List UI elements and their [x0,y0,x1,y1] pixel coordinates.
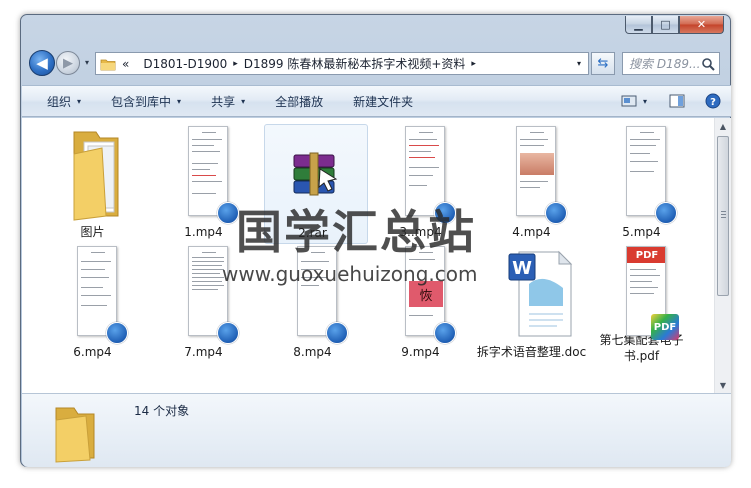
word-letter: W [512,258,532,279]
file-item-folder[interactable]: 图片 [44,124,148,244]
breadcrumb-overflow[interactable]: « [122,57,129,71]
chevron-down-icon[interactable]: ▾ [643,97,647,106]
item-count: 14 个对象 [134,404,190,418]
back-button[interactable]: ◀ [29,50,55,76]
media-player-icon [326,322,348,344]
window-controls: ▁ □ ✕ [625,16,724,34]
file-name: 第七集配套电子书.pdf [599,333,684,363]
search-input[interactable]: 搜索 D189... [622,52,720,75]
file-name: 图片 [80,225,105,239]
pdf-header: PDF [627,247,665,263]
organize-label: 组织 [47,94,72,109]
file-item-doc[interactable]: W 拆字术语音整理.doc [477,244,587,364]
media-player-icon [217,322,239,344]
breadcrumb-separator[interactable]: ▸ [471,59,476,69]
chevron-down-icon: ▾ [241,96,246,106]
include-in-library-menu[interactable]: 包含到库中 ▾ [111,86,181,116]
breadcrumb-item[interactable]: D1899 陈春林最新秘本拆字术视频+资料 [244,55,466,72]
address-dropdown-button[interactable]: ▾ [570,53,588,74]
folder-icon [44,124,148,224]
include-in-library-label: 包含到库中 [111,94,172,109]
play-all-label: 全部播放 [275,94,324,109]
organize-menu[interactable]: 组织 ▾ [47,86,81,116]
folder-icon [100,59,116,70]
file-item-pdf[interactable]: PDF PDF 第七集配套电子书.pdf [593,244,697,364]
forward-button[interactable]: ▶ [56,51,80,75]
file-name: 4.mp4 [512,225,551,239]
title-bar: ▁ □ ✕ [21,15,730,43]
command-bar: 组织 ▾ 包含到库中 ▾ 共享 ▾ 全部播放 新建文件夹 ▾ ? [22,85,731,117]
chevron-down-icon: ▾ [177,96,182,106]
view-options-icon[interactable] [621,93,637,109]
refresh-button[interactable]: ⇆ [591,52,615,75]
breadcrumb-item[interactable]: D1801-D1900 [143,57,227,71]
search-icon[interactable] [701,57,715,71]
scroll-up-arrow[interactable]: ▲ [715,118,731,134]
scroll-down-arrow[interactable]: ▼ [715,377,731,393]
watermark-url: www.guoxuehuizong.com [222,262,478,286]
details-pane: 14 个对象 [22,393,731,467]
recent-pages-dropdown[interactable]: ▾ [85,58,89,67]
word-document-icon: W [483,244,587,344]
minimize-button[interactable]: ▁ [625,16,652,34]
vertical-scrollbar[interactable]: ▲ ▼ [714,118,731,393]
file-name: 6.mp4 [73,345,112,359]
navigation-bar: ◀ ▶ ▾ « D1801-D1900 ▸ D1899 陈春林最新秘本拆字术视频… [29,50,720,78]
media-player-icon [434,322,456,344]
file-item-video[interactable]: 5.mp4 [593,124,697,244]
video-thumbnail [593,124,697,224]
media-player-icon [545,202,567,224]
file-item-video[interactable]: 4.mp4 [483,124,587,244]
grip-icon [721,211,726,220]
video-thumbnail [44,244,148,344]
play-all-button[interactable]: 全部播放 [275,86,323,116]
close-button[interactable]: ✕ [679,16,724,34]
new-folder-button[interactable]: 新建文件夹 [353,86,413,116]
preview-pane-icon[interactable] [669,93,685,109]
media-player-icon [106,322,128,344]
scrollbar-thumb[interactable] [717,136,729,296]
help-icon[interactable]: ? [705,93,721,109]
file-name: 9.mp4 [401,345,440,359]
maximize-button[interactable]: □ [652,16,679,34]
file-name: 5.mp4 [622,225,661,239]
breadcrumb-separator[interactable]: ▸ [233,59,238,69]
file-name: 8.mp4 [293,345,332,359]
file-name: 拆字术语音整理.doc [476,345,587,359]
search-placeholder: 搜索 D189... [629,57,701,71]
media-player-icon [655,202,677,224]
address-bar[interactable]: « D1801-D1900 ▸ D1899 陈春林最新秘本拆字术视频+资料 ▸ … [95,52,589,75]
share-label: 共享 [211,94,236,109]
folder-icon [55,407,95,463]
chevron-down-icon: ▾ [77,96,82,106]
file-item-video[interactable]: 6.mp4 [44,244,148,364]
file-name: 7.mp4 [184,345,223,359]
toolbar-right-group: ▾ ? [621,93,721,109]
share-menu[interactable]: 共享 ▾ [211,86,245,116]
new-folder-label: 新建文件夹 [353,94,414,109]
svg-text:?: ? [710,97,716,108]
video-thumbnail [483,124,587,224]
pdf-app-icon: PDF [651,314,679,340]
pdf-document-icon: PDF PDF [593,244,697,340]
watermark-title: 国学汇总站 [236,205,476,259]
